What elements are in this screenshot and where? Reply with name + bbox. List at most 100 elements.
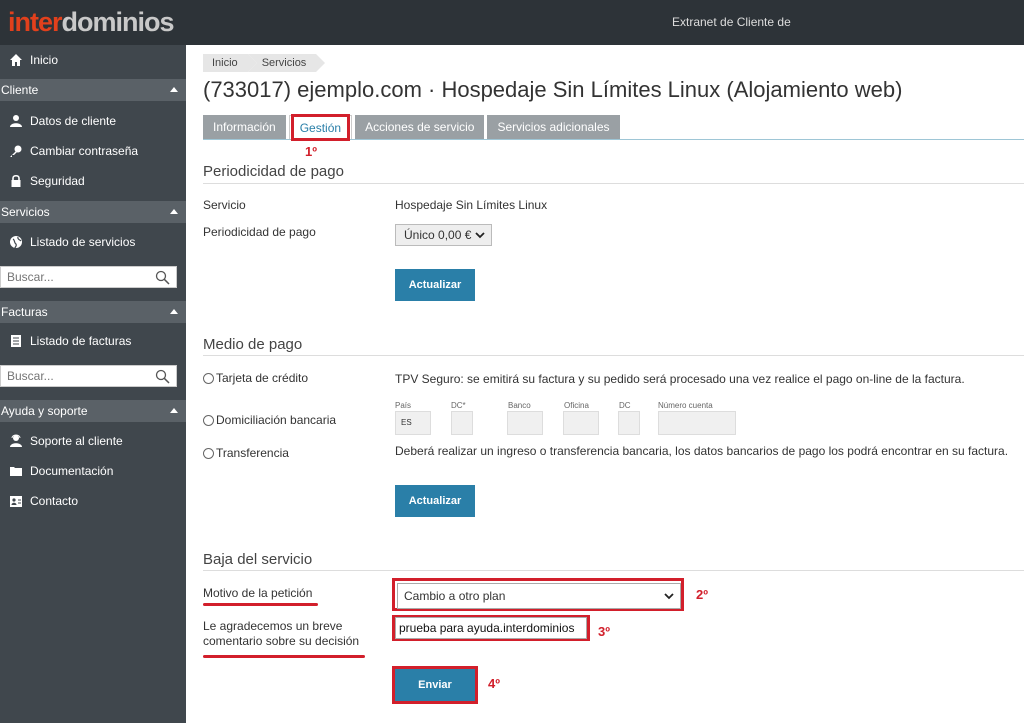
bank-field-banco[interactable] bbox=[507, 411, 543, 435]
chevron-down-icon bbox=[664, 584, 674, 616]
section-label: Facturas bbox=[1, 305, 48, 319]
motivo-selected-value: Cambio a otro plan bbox=[404, 589, 506, 603]
annotation-step-1: 1º bbox=[305, 144, 317, 159]
section-label: Cliente bbox=[1, 83, 39, 97]
invoice-icon bbox=[8, 333, 24, 349]
radio-tarjeta-credito[interactable]: Tarjeta de crédito bbox=[203, 371, 308, 385]
search-icon[interactable] bbox=[155, 369, 170, 389]
sidebar-section-ayuda[interactable]: Ayuda y soporte bbox=[0, 400, 186, 422]
sidebar-section-servicios[interactable]: Servicios bbox=[0, 201, 186, 223]
bank-label-dc-star: DC* bbox=[451, 401, 466, 410]
radio-label: Domiciliación bancaria bbox=[216, 413, 337, 427]
bank-field-oficina[interactable] bbox=[563, 411, 599, 435]
sidebar: Inicio Cliente Datos de cliente Cambiar … bbox=[0, 45, 186, 723]
bank-label-banco: Banco bbox=[508, 401, 531, 410]
bank-label-numero-cuenta: Número cuenta bbox=[658, 401, 713, 410]
invoices-search-input[interactable] bbox=[1, 366, 149, 386]
transferencia-description: Deberá realizar un ingreso o transferenc… bbox=[395, 444, 1009, 458]
motivo-select[interactable]: Cambio a otro plan bbox=[397, 583, 681, 609]
annotation-step-2: 2º bbox=[696, 587, 708, 602]
sidebar-item-seguridad[interactable]: Seguridad bbox=[0, 166, 186, 196]
radio-label: Tarjeta de crédito bbox=[216, 371, 309, 385]
sidebar-item-label: Datos de cliente bbox=[30, 114, 117, 128]
section-label: Ayuda y soporte bbox=[1, 404, 88, 418]
actualizar-medio-pago-button[interactable]: Actualizar bbox=[395, 485, 475, 517]
services-search-box bbox=[0, 266, 177, 288]
breadcrumb: Inicio Servicios bbox=[203, 54, 325, 72]
collapse-icon bbox=[170, 209, 178, 214]
bank-field-dc-star[interactable] bbox=[451, 411, 473, 435]
lock-icon bbox=[8, 173, 24, 189]
highlight-box-gestion bbox=[291, 114, 350, 141]
invoices-search-box bbox=[0, 365, 177, 387]
comentario-label-line-2: comentario sobre su decisión bbox=[203, 634, 360, 648]
folder-icon bbox=[8, 463, 24, 479]
breadcrumb-inicio[interactable]: Inicio bbox=[203, 54, 257, 72]
brand-logo[interactable]: interdominios bbox=[8, 7, 175, 38]
motivo-label: Motivo de la petición bbox=[203, 586, 313, 600]
sidebar-item-cambiar-contrasena[interactable]: Cambiar contraseña bbox=[0, 136, 186, 166]
annotation-step-3: 3º bbox=[598, 624, 610, 639]
top-bar: interdominios Extranet de Cliente de bbox=[0, 0, 1024, 45]
tab-informacion[interactable]: Información bbox=[203, 115, 286, 140]
section-divider bbox=[203, 355, 1024, 356]
sidebar-item-label: Cambiar contraseña bbox=[30, 144, 139, 158]
tab-servicios-adicionales[interactable]: Servicios adicionales bbox=[487, 115, 620, 140]
section-label: Servicios bbox=[1, 205, 50, 219]
services-search-input[interactable] bbox=[1, 267, 149, 287]
collapse-icon bbox=[170, 408, 178, 413]
section-divider bbox=[203, 570, 1024, 571]
periodicidad-label: Periodicidad de pago bbox=[203, 225, 316, 239]
sidebar-item-label: Contacto bbox=[30, 494, 79, 508]
collapse-icon bbox=[170, 87, 178, 92]
section-title-medio-pago: Medio de pago bbox=[203, 336, 303, 353]
comentario-input[interactable]: prueba para ayuda.interdominios bbox=[395, 617, 587, 639]
bank-field-pais[interactable]: ES bbox=[395, 411, 431, 435]
actualizar-periodicidad-button[interactable]: Actualizar bbox=[395, 269, 475, 301]
periodicidad-select[interactable]: Único 0,00 € bbox=[395, 224, 492, 246]
radio-circle[interactable] bbox=[203, 414, 214, 426]
tab-acciones-servicio[interactable]: Acciones de servicio bbox=[355, 115, 485, 140]
header-title: Extranet de Cliente de bbox=[672, 15, 791, 29]
chevron-down-icon bbox=[475, 225, 485, 251]
sidebar-item-datos-cliente[interactable]: Datos de cliente bbox=[0, 106, 186, 136]
bank-label-dc: DC bbox=[619, 401, 631, 410]
servicio-value: Hospedaje Sin Límites Linux bbox=[395, 198, 548, 212]
key-icon bbox=[8, 143, 24, 159]
enviar-button[interactable]: Enviar bbox=[395, 669, 475, 701]
periodicidad-selected-value: Único 0,00 € bbox=[404, 228, 472, 242]
sidebar-section-cliente[interactable]: Cliente bbox=[0, 79, 186, 101]
radio-circle[interactable] bbox=[203, 447, 214, 459]
tarjeta-description: TPV Seguro: se emitirá su factura y su p… bbox=[395, 372, 965, 386]
bank-label-oficina: Oficina bbox=[564, 401, 589, 410]
sidebar-item-inicio[interactable]: Inicio bbox=[0, 45, 186, 75]
breadcrumb-servicios[interactable]: Servicios bbox=[247, 54, 325, 72]
support-agent-icon bbox=[8, 433, 24, 449]
radio-transferencia[interactable]: Transferencia bbox=[203, 446, 289, 460]
servicio-label: Servicio bbox=[203, 198, 246, 212]
sidebar-item-contacto[interactable]: Contacto bbox=[0, 486, 186, 516]
section-title-baja: Baja del servicio bbox=[203, 551, 313, 568]
contact-card-icon bbox=[8, 493, 24, 509]
logo-part-dominios: dominios bbox=[61, 7, 175, 37]
sidebar-item-soporte[interactable]: Soporte al cliente bbox=[0, 426, 186, 456]
user-icon bbox=[8, 113, 24, 129]
logo-part-inter: inter bbox=[8, 7, 63, 37]
globe-icon bbox=[8, 234, 24, 250]
bank-field-dc[interactable] bbox=[618, 411, 640, 435]
section-title-periodicidad: Periodicidad de pago bbox=[203, 163, 344, 180]
sidebar-item-label: Inicio bbox=[30, 53, 59, 67]
radio-circle[interactable] bbox=[203, 372, 214, 384]
sidebar-item-label: Seguridad bbox=[30, 174, 85, 188]
sidebar-item-documentacion[interactable]: Documentación bbox=[0, 456, 186, 486]
sidebar-item-listado-servicios[interactable]: Listado de servicios bbox=[0, 227, 186, 257]
bank-field-numero-cuenta[interactable] bbox=[658, 411, 736, 435]
sidebar-section-facturas[interactable]: Facturas bbox=[0, 301, 186, 323]
sidebar-item-listado-facturas[interactable]: Listado de facturas bbox=[0, 326, 186, 356]
search-icon[interactable] bbox=[155, 270, 170, 290]
comentario-label-underline bbox=[203, 655, 365, 658]
bank-label-pais: País bbox=[395, 401, 412, 410]
radio-domiciliacion[interactable]: Domiciliación bancaria bbox=[203, 413, 336, 427]
annotation-step-4: 4º bbox=[488, 676, 500, 691]
page-title: (733017) ejemplo.com · Hospedaje Sin Lím… bbox=[203, 77, 903, 102]
